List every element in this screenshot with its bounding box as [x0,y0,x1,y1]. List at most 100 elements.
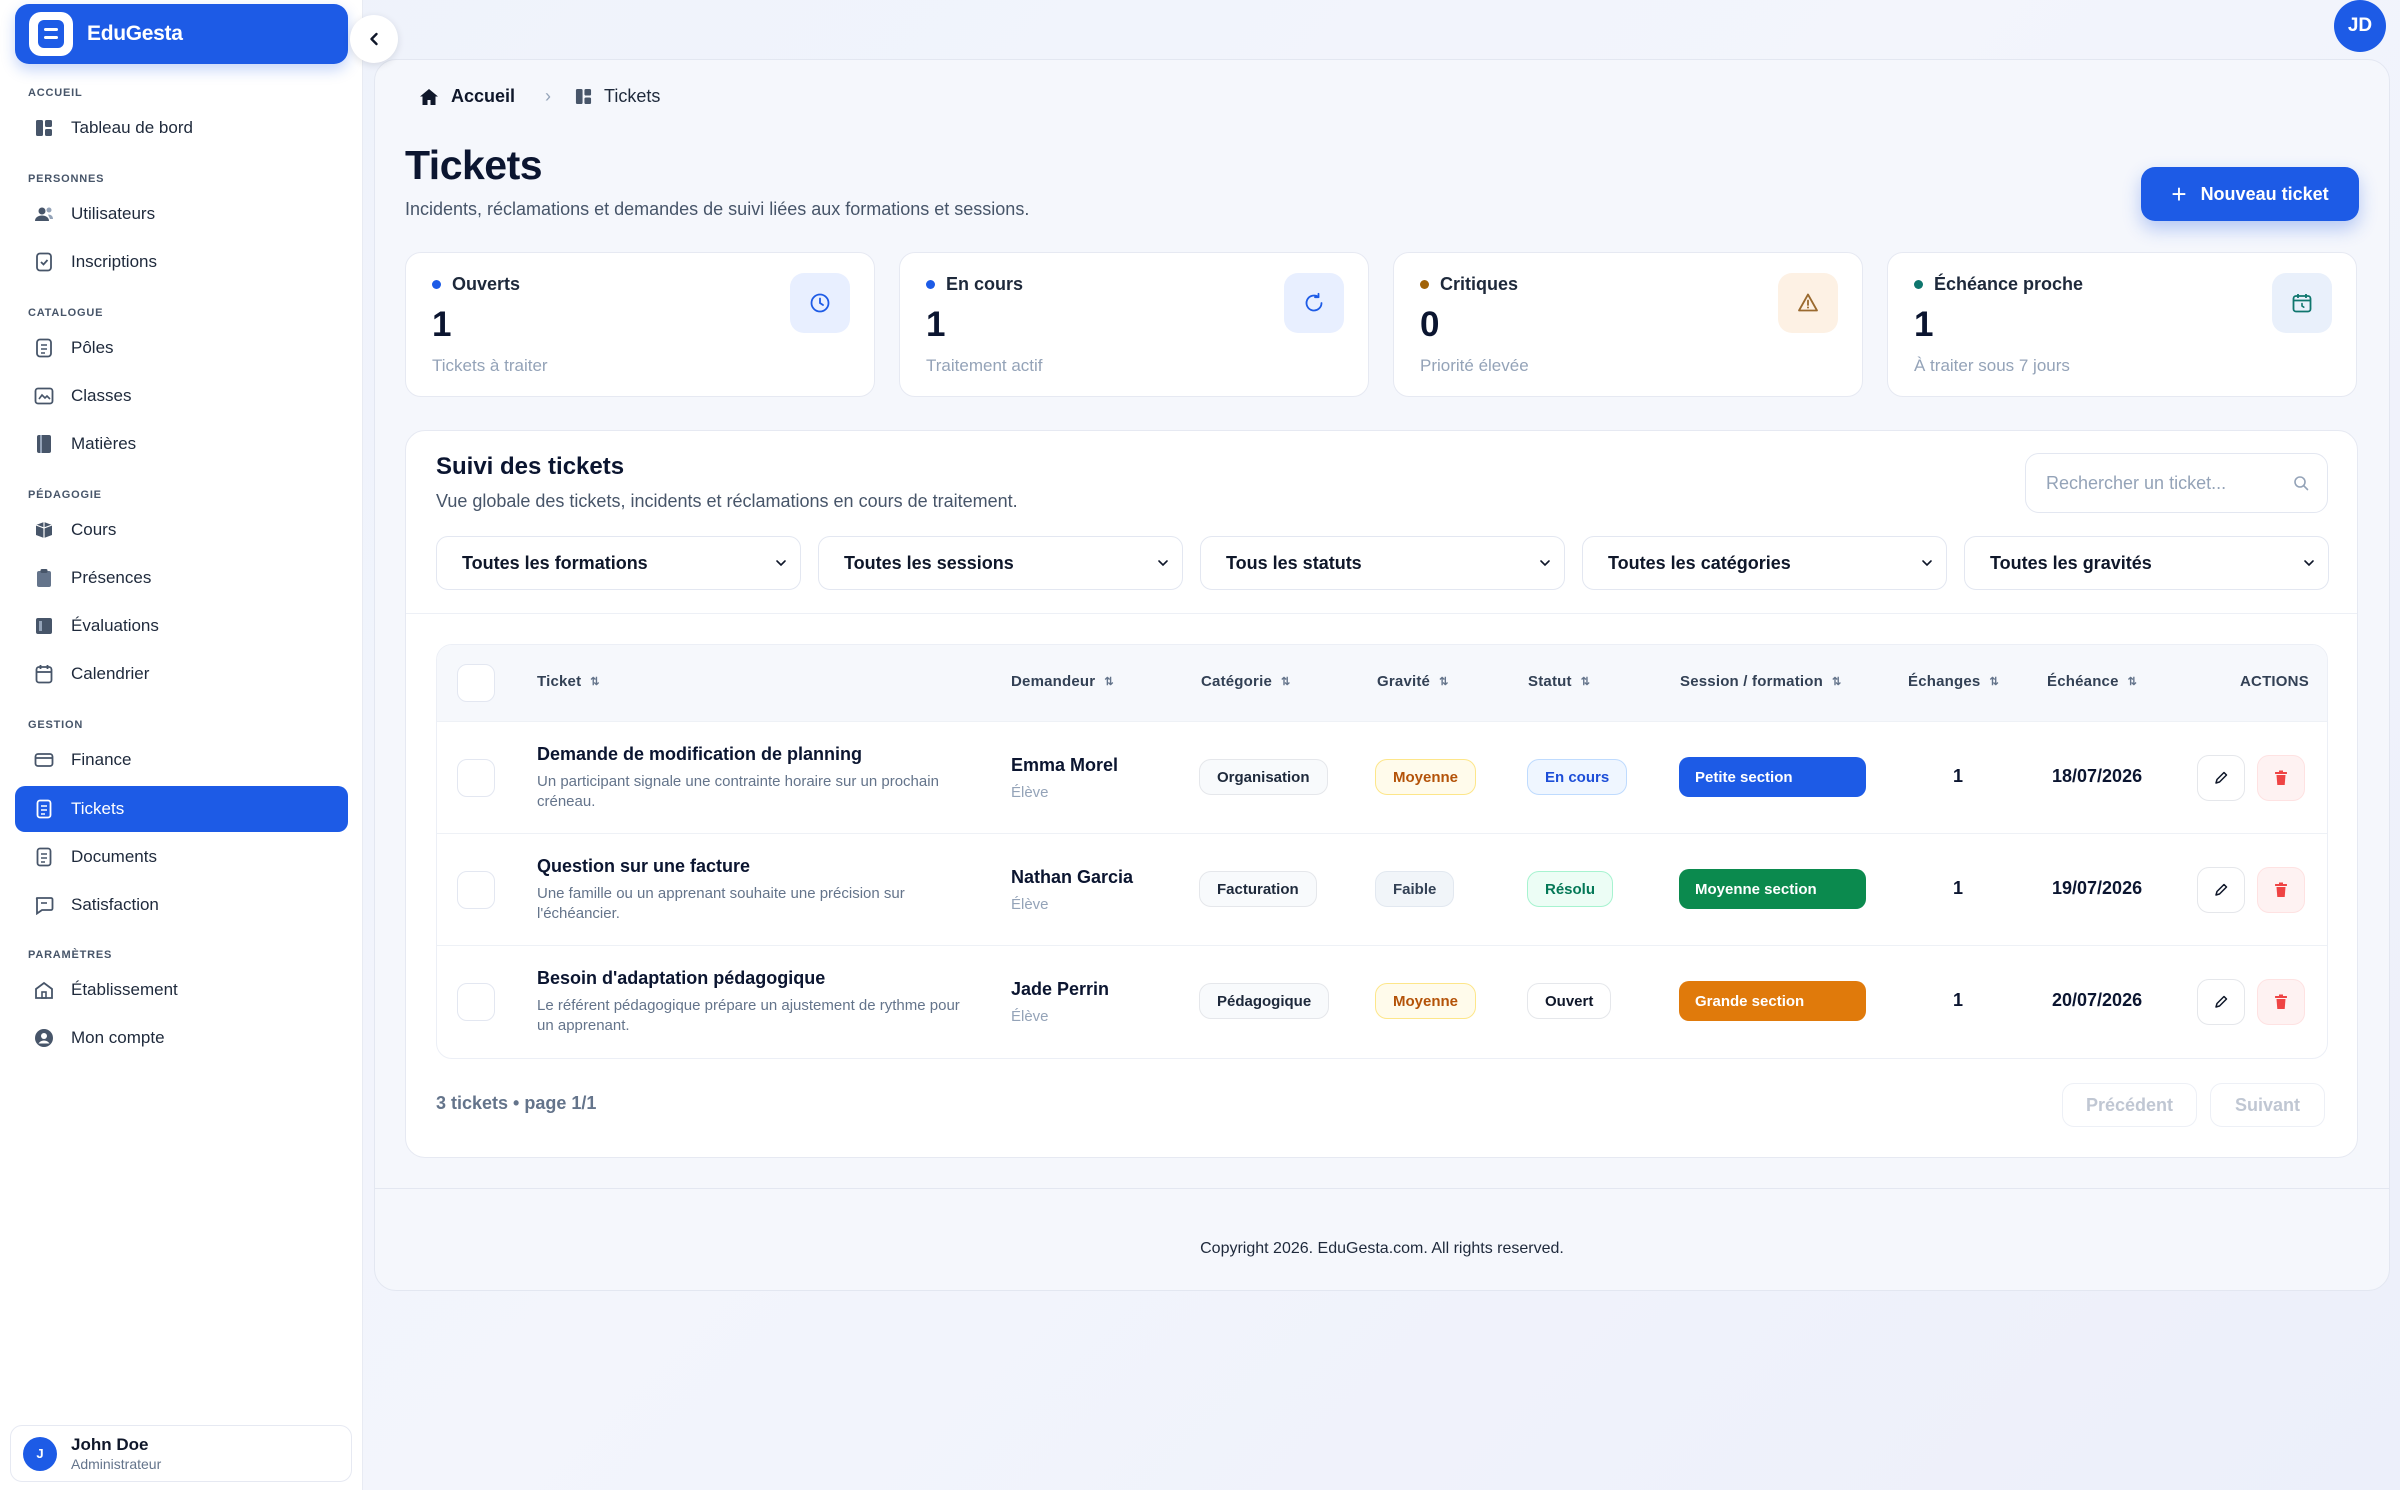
filter-statuts-select[interactable]: Tous les statuts [1200,536,1565,590]
delete-button[interactable] [2257,755,2305,801]
column-header-categorie[interactable]: Catégorie ⇅ [1201,673,1290,690]
panel-divider [406,613,2357,614]
filter-formations-select[interactable]: Toutes les formations [436,536,801,590]
delete-button[interactable] [2257,867,2305,913]
ticket-title[interactable]: Demande de modification de planning [537,744,862,765]
filters-bar: Toutes les formations Toutes les session… [436,536,2329,590]
table-row[interactable]: Besoin d'adaptation pédagogique Le référ… [437,945,2327,1057]
requester-name: Nathan Garcia [1011,867,1134,887]
sidebar-item-inscriptions[interactable]: Inscriptions [15,239,348,285]
ticket-title[interactable]: Question sur une facture [537,856,750,877]
book-icon [33,433,55,455]
sidebar-item-label: Évaluations [71,616,159,635]
trash-icon [2275,882,2287,897]
delete-button[interactable] [2257,979,2305,1025]
filter-value: Toutes les sessions [844,552,1014,573]
filter-sessions-select[interactable]: Toutes les sessions [818,536,1183,590]
chevron-down-icon [1540,560,1550,567]
sidebar-item-label: Tableau de bord [71,118,193,137]
filter-gravites-select[interactable]: Toutes les gravités [1964,536,2329,590]
collapse-sidebar-button[interactable] [350,15,398,63]
stat-hint: Tickets à traiter [432,356,548,375]
dashboard-icon [33,117,55,139]
pencil-icon [2215,771,2228,784]
account-icon [33,1027,55,1049]
sidebar-item-utilisateurs[interactable]: Utilisateurs [15,191,348,237]
due-date: 19/07/2026 [2052,878,2143,898]
brand-logo[interactable]: EduGesta [15,4,348,64]
column-header-session[interactable]: Session / formation ⇅ [1680,673,1841,690]
column-header-echeance[interactable]: Échéance ⇅ [2047,673,2137,690]
user-card[interactable]: J John Doe Administrateur [10,1425,352,1482]
sidebar-item-tickets[interactable]: Tickets [15,786,348,832]
stat-card-echeance-proche: Échéance proche 1 À traiter sous 7 jours [1887,252,2357,397]
filter-categories-select[interactable]: Toutes les catégories [1582,536,1947,590]
requester-role: Élève [1011,896,1049,913]
sidebar-item-evaluations[interactable]: Évaluations [15,603,348,649]
sidebar-item-documents[interactable]: Documents [15,834,348,880]
filter-value: Toutes les gravités [1990,552,2152,573]
sidebar-item-tableau-de-bord[interactable]: Tableau de bord [15,105,348,151]
clipboard-icon [33,567,55,589]
column-header-ticket[interactable]: Ticket ⇅ [537,673,600,690]
search-box[interactable] [2025,453,2328,513]
table-row[interactable]: Demande de modification de planning Un p… [437,721,2327,833]
chevron-down-icon [776,560,786,567]
column-header-demandeur[interactable]: Demandeur ⇅ [1011,673,1114,690]
column-header-statut[interactable]: Statut ⇅ [1528,673,1590,690]
top-user-avatar[interactable]: JD [2334,0,2386,52]
category-badge: Pédagogique [1199,983,1330,1019]
panel-title: Suivi des tickets [436,453,625,480]
stat-value: 1 [1914,305,1934,344]
sidebar-item-finance[interactable]: Finance [15,737,348,783]
filter-value: Toutes les formations [462,552,648,573]
sidebar-item-label: Classes [71,386,132,405]
sort-icon: ⇅ [1832,676,1842,688]
row-checkbox[interactable] [457,983,495,1021]
next-page-button[interactable]: Suivant [2210,1083,2325,1127]
column-header-gravite[interactable]: Gravité ⇅ [1377,673,1449,690]
search-input[interactable] [2046,472,2293,494]
warning-icon [1778,273,1838,333]
wallet-icon [33,749,55,771]
new-ticket-label: Nouveau ticket [2200,183,2329,204]
table-header: Ticket ⇅ Demandeur ⇅ Catégorie ⇅ Gravité ⇅ S… [437,645,2327,721]
edit-button[interactable] [2197,979,2245,1025]
sidebar-item-label: Utilisateurs [71,204,156,223]
sidebar-item-calendrier[interactable]: Calendrier [15,651,348,697]
calendar-icon [33,663,55,685]
footer-copyright: Copyright 2026. EduGesta.com. All rights… [1200,1240,1564,1257]
nav-section-parametres: Paramètres [28,949,113,961]
session-badge: Petite section [1679,757,1866,797]
sidebar-item-classes[interactable]: Classes [15,373,348,419]
sidebar-item-label: Documents [71,847,157,866]
evaluations-icon [33,615,55,637]
chevron-left-icon [370,32,378,46]
status-badge: En cours [1527,759,1628,795]
edit-button[interactable] [2197,867,2245,913]
breadcrumb-home[interactable]: Accueil [451,86,515,107]
sidebar-item-cours[interactable]: Cours [15,507,348,553]
previous-page-button[interactable]: Précédent [2062,1083,2197,1127]
status-badge: Résolu [1527,871,1614,907]
sidebar-item-satisfaction[interactable]: Satisfaction [15,882,348,928]
new-ticket-button[interactable]: + Nouveau ticket [2141,167,2359,221]
status-dot [432,280,441,289]
stat-hint: Traitement actif [926,356,1043,375]
edit-button[interactable] [2197,755,2245,801]
row-checkbox[interactable] [457,759,495,797]
sidebar-item-poles[interactable]: Pôles [15,325,348,371]
stat-value: 0 [1420,305,1440,344]
trash-icon [2275,770,2287,785]
column-header-echanges[interactable]: Échanges ⇅ [1908,673,1999,690]
ticket-title[interactable]: Besoin d'adaptation pédagogique [537,968,825,989]
exchanges-count: 1 [1953,878,1964,898]
sidebar-item-matieres[interactable]: Matières [15,421,348,467]
nav-section-gestion: Gestion [28,719,84,731]
row-checkbox[interactable] [457,871,495,909]
table-row[interactable]: Question sur une facture Une famille ou … [437,833,2327,945]
sidebar-item-mon-compte[interactable]: Mon compte [15,1015,348,1061]
sidebar-item-etablissement[interactable]: Établissement [15,967,348,1013]
sidebar-item-presences[interactable]: Présences [15,555,348,601]
select-all-checkbox[interactable] [457,664,495,702]
